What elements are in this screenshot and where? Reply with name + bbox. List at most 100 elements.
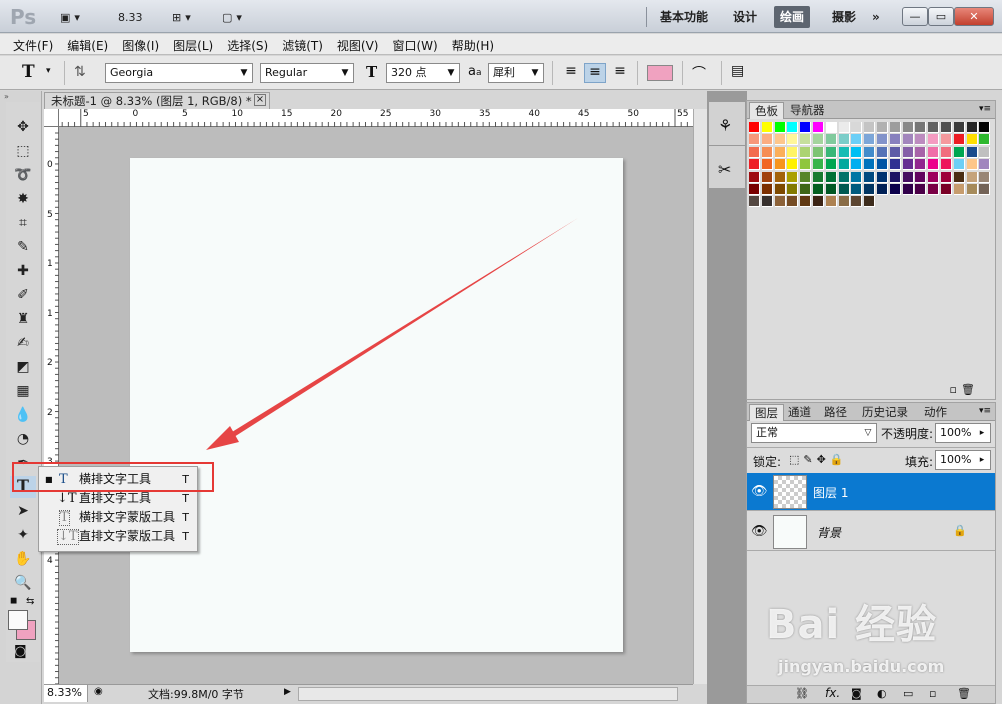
color-swatch[interactable]: [979, 184, 991, 195]
color-swatch[interactable]: [774, 146, 786, 158]
color-swatch[interactable]: [787, 159, 799, 171]
color-swatch[interactable]: [928, 146, 940, 158]
color-swatch[interactable]: [941, 134, 952, 146]
color-swatch[interactable]: [825, 122, 837, 133]
color-swatch[interactable]: [877, 184, 888, 195]
color-swatch[interactable]: [813, 184, 824, 195]
status-menu-icon[interactable]: ▶: [284, 687, 291, 697]
color-swatch[interactable]: [877, 134, 888, 146]
color-swatch[interactable]: [851, 196, 863, 208]
color-swatch[interactable]: [902, 122, 914, 133]
color-swatch[interactable]: [953, 122, 965, 133]
color-swatch[interactable]: [877, 146, 888, 158]
trash-icon[interactable]: 🗑: [961, 383, 975, 396]
status-info-icon[interactable]: ◉: [94, 686, 103, 697]
color-swatch[interactable]: [966, 171, 978, 183]
tab-channels[interactable]: 通道: [783, 404, 816, 421]
color-swatch[interactable]: [825, 159, 837, 171]
color-swatch[interactable]: [761, 196, 773, 208]
color-swatch[interactable]: [902, 184, 914, 195]
color-swatch[interactable]: [864, 196, 876, 208]
zoom-field[interactable]: 8.33%: [44, 685, 88, 702]
color-swatch[interactable]: [761, 122, 773, 133]
color-swatch[interactable]: [800, 196, 812, 208]
color-swatch[interactable]: [851, 146, 863, 158]
color-swatch[interactable]: [851, 184, 863, 195]
color-swatch[interactable]: [953, 134, 965, 146]
color-swatch[interactable]: [749, 196, 760, 208]
color-swatch[interactable]: [864, 146, 876, 158]
horizontal-scrollbar[interactable]: [298, 687, 678, 701]
color-swatch[interactable]: [864, 184, 876, 195]
color-swatch[interactable]: [902, 171, 914, 183]
color-swatch[interactable]: [838, 134, 850, 146]
color-swatch[interactable]: [787, 196, 799, 208]
flyout-vertical-type-mask[interactable]: ↓T 直排文字蒙版工具 T: [39, 527, 197, 546]
color-swatch[interactable]: [813, 122, 824, 133]
color-swatch[interactable]: [941, 184, 952, 195]
color-swatch[interactable]: [825, 196, 837, 208]
tab-swatches[interactable]: 色板: [749, 102, 784, 119]
color-swatch[interactable]: [749, 122, 760, 133]
color-swatch[interactable]: [787, 134, 799, 146]
color-swatch[interactable]: [877, 171, 888, 183]
color-swatch[interactable]: [800, 122, 812, 133]
color-swatch[interactable]: [902, 159, 914, 171]
color-swatch[interactable]: [889, 159, 901, 171]
color-swatch[interactable]: [864, 159, 876, 171]
color-swatch[interactable]: [761, 184, 773, 195]
color-swatch[interactable]: [774, 184, 786, 195]
color-swatch[interactable]: [864, 122, 876, 133]
panel-menu-icon[interactable]: ▾≡: [979, 406, 991, 416]
color-swatch[interactable]: [749, 159, 760, 171]
color-swatch[interactable]: [915, 146, 927, 158]
color-swatch[interactable]: [953, 146, 965, 158]
color-swatch[interactable]: [889, 122, 901, 133]
lock-icons[interactable]: ⬚✎✥🔒: [789, 453, 848, 466]
color-swatch[interactable]: [902, 134, 914, 146]
color-swatch[interactable]: [813, 134, 824, 146]
color-swatch[interactable]: [889, 146, 901, 158]
mask-icon[interactable]: ◙: [851, 687, 862, 700]
link-icon[interactable]: ⛓: [795, 687, 809, 700]
opacity-input[interactable]: 100% ▸: [935, 423, 991, 443]
tab-paths[interactable]: 路径: [819, 404, 852, 421]
color-swatch[interactable]: [915, 159, 927, 171]
layer-row-background[interactable]: 👁 背景 🔒: [747, 513, 995, 551]
color-swatch[interactable]: [838, 146, 850, 158]
fill-input[interactable]: 100% ▸: [935, 450, 991, 470]
color-swatch[interactable]: [838, 122, 850, 133]
color-swatch[interactable]: [979, 146, 991, 158]
eye-icon[interactable]: 👁: [751, 484, 768, 499]
color-swatch[interactable]: [953, 184, 965, 195]
color-swatch[interactable]: [813, 159, 824, 171]
new-swatch-icon[interactable]: ▫: [950, 383, 957, 396]
color-swatch[interactable]: [800, 171, 812, 183]
color-swatch[interactable]: [889, 171, 901, 183]
color-swatch[interactable]: [813, 146, 824, 158]
color-swatch[interactable]: [851, 159, 863, 171]
tab-navigator[interactable]: 导航器: [785, 102, 830, 119]
color-swatch[interactable]: [915, 171, 927, 183]
color-swatch[interactable]: [864, 134, 876, 146]
color-swatch[interactable]: [915, 134, 927, 146]
color-swatch[interactable]: [774, 134, 786, 146]
color-swatch[interactable]: [825, 184, 837, 195]
color-swatch[interactable]: [941, 122, 952, 133]
color-swatch[interactable]: [928, 159, 940, 171]
color-swatch[interactable]: [838, 184, 850, 195]
color-swatch[interactable]: [774, 122, 786, 133]
color-swatch[interactable]: [749, 146, 760, 158]
color-swatch[interactable]: [928, 184, 940, 195]
color-swatch[interactable]: [953, 171, 965, 183]
color-swatch[interactable]: [787, 171, 799, 183]
color-swatch[interactable]: [787, 184, 799, 195]
color-swatch[interactable]: [928, 171, 940, 183]
color-swatch[interactable]: [902, 146, 914, 158]
color-swatch[interactable]: [761, 171, 773, 183]
color-swatch[interactable]: [813, 171, 824, 183]
brush-presets-icon[interactable]: ⚘: [718, 116, 732, 135]
color-swatch[interactable]: [915, 122, 927, 133]
color-swatch[interactable]: [966, 159, 978, 171]
tab-history[interactable]: 历史记录: [857, 404, 913, 421]
